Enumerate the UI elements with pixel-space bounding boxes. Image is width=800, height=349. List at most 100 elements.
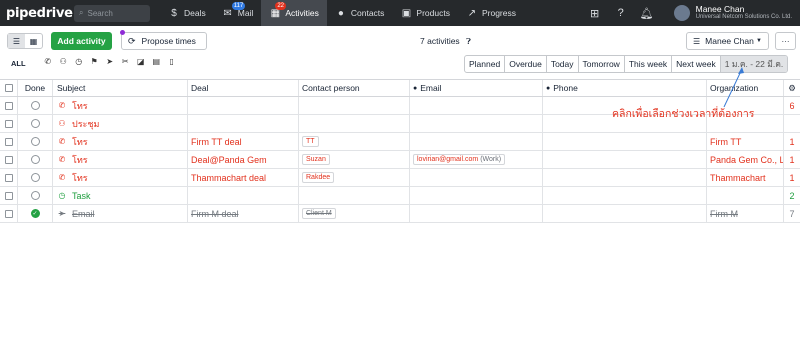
- contact-cell[interactable]: [299, 115, 410, 132]
- done-toggle[interactable]: [18, 97, 53, 114]
- note-icon[interactable]: ▤: [149, 57, 165, 66]
- flag-icon[interactable]: ⚑: [87, 57, 103, 66]
- tab-tomorrow[interactable]: Tomorrow: [579, 56, 625, 72]
- tab-this-week[interactable]: This week: [625, 56, 673, 72]
- contact-cell[interactable]: Client M: [299, 205, 410, 222]
- row-checkbox[interactable]: [0, 151, 18, 168]
- deal-cell[interactable]: Firm TT deal: [188, 133, 299, 150]
- nav-activities[interactable]: ▦ 22 Activities: [261, 0, 327, 26]
- deal-cell[interactable]: Thammachart deal: [188, 169, 299, 186]
- table-row[interactable]: ✆ โทร Firm TT deal TT Firm TT 1: [0, 133, 800, 151]
- lunch-icon[interactable]: ✂: [118, 57, 134, 66]
- deadline-icon[interactable]: ◪: [133, 57, 149, 66]
- meeting-icon[interactable]: ⚇: [56, 57, 72, 66]
- contact-chip[interactable]: Rakdee: [302, 172, 335, 183]
- organization-cell[interactable]: Firm M: [707, 205, 784, 222]
- table-row[interactable]: ✆ โทร Thammachart deal Rakdee Thammachart 1: [0, 169, 800, 187]
- email-cell[interactable]: [410, 187, 543, 204]
- phone-cell[interactable]: [543, 169, 707, 186]
- help-icon[interactable]: ?: [608, 7, 634, 19]
- subject-cell[interactable]: ⚇ ประชุม: [53, 115, 188, 132]
- user-filter-dropdown[interactable]: ☰ Manee Chan ▼: [686, 32, 769, 50]
- deal-cell[interactable]: [188, 115, 299, 132]
- contact-chip[interactable]: Suzan: [302, 154, 330, 165]
- organization-cell[interactable]: Panda Gem Co., Ltd.: [707, 151, 784, 168]
- col-subject[interactable]: Subject: [53, 80, 188, 96]
- email-chip[interactable]: lovirian@gmail.com (Work): [413, 154, 506, 165]
- organization-cell[interactable]: Firm TT: [707, 133, 784, 150]
- user-menu[interactable]: Manee Chan Universal Netcom Solutions Co…: [696, 5, 792, 21]
- done-toggle[interactable]: [18, 169, 53, 186]
- col-phone[interactable]: ● Phone: [543, 80, 707, 96]
- deal-cell[interactable]: Deal@Panda Gem: [188, 151, 299, 168]
- row-checkbox[interactable]: [0, 187, 18, 204]
- tab-planned[interactable]: Planned: [465, 56, 506, 72]
- organization-link[interactable]: Thammachart: [710, 173, 766, 183]
- contact-cell[interactable]: [299, 97, 410, 114]
- contact-cell[interactable]: [299, 187, 410, 204]
- avatar[interactable]: [673, 5, 690, 21]
- phone-cell[interactable]: [543, 133, 707, 150]
- help-circle-icon[interactable]: ❓︎: [466, 37, 471, 46]
- notifications-icon[interactable]: 🔔︎: [634, 7, 660, 20]
- select-all-checkbox[interactable]: [0, 80, 18, 96]
- tab-next-week[interactable]: Next week: [672, 56, 721, 72]
- col-contact[interactable]: Contact person: [299, 80, 410, 96]
- deal-link[interactable]: Deal@Panda Gem: [191, 155, 267, 165]
- email-cell[interactable]: [410, 115, 543, 132]
- subject-cell[interactable]: ✆ โทร: [53, 169, 188, 186]
- deal-cell[interactable]: [188, 187, 299, 204]
- table-row[interactable]: ✆ โทร Deal@Panda Gem Suzan lovirian@gmail.co…: [0, 151, 800, 169]
- subject-cell[interactable]: ✆ โทร: [53, 97, 188, 114]
- done-toggle[interactable]: [18, 115, 53, 132]
- subject-cell[interactable]: ➤ Email: [53, 205, 188, 222]
- add-activity-button[interactable]: Add activity: [51, 32, 112, 50]
- subject-cell[interactable]: ✆ โทร: [53, 151, 188, 168]
- mobile-icon[interactable]: ▯: [164, 57, 180, 66]
- email-cell[interactable]: lovirian@gmail.com (Work): [410, 151, 543, 168]
- table-row[interactable]: ✓ ➤ Email Firm M deal Client M Firm M 7: [0, 205, 800, 223]
- col-done[interactable]: Done: [18, 80, 53, 96]
- deal-link[interactable]: Thammachart deal: [191, 173, 266, 183]
- organization-link[interactable]: Firm TT: [710, 137, 741, 147]
- email-cell[interactable]: [410, 169, 543, 186]
- col-email[interactable]: ● Email: [410, 80, 543, 96]
- contact-cell[interactable]: Suzan: [299, 151, 410, 168]
- done-toggle[interactable]: [18, 151, 53, 168]
- type-filter-all[interactable]: ALL: [11, 59, 26, 68]
- deal-cell[interactable]: [188, 97, 299, 114]
- row-checkbox[interactable]: [0, 97, 18, 114]
- contact-cell[interactable]: Rakdee: [299, 169, 410, 186]
- row-checkbox[interactable]: [0, 133, 18, 150]
- table-row[interactable]: ◷ Task 2: [0, 187, 800, 205]
- phone-cell[interactable]: [543, 205, 707, 222]
- organization-link[interactable]: Panda Gem Co., Ltd.: [710, 155, 783, 165]
- clock-icon[interactable]: ◷: [71, 57, 87, 66]
- quick-add-icon[interactable]: ⊞: [582, 7, 608, 20]
- nav-progress[interactable]: ↗ Progress: [458, 0, 524, 26]
- deal-cell[interactable]: Firm M deal: [188, 205, 299, 222]
- send-icon[interactable]: ➤: [102, 57, 118, 66]
- contact-cell[interactable]: TT: [299, 133, 410, 150]
- subject-cell[interactable]: ◷ Task: [53, 187, 188, 204]
- search-input[interactable]: ⌕ Search: [74, 4, 150, 22]
- done-toggle[interactable]: [18, 133, 53, 150]
- row-checkbox[interactable]: [0, 169, 18, 186]
- email-cell[interactable]: [410, 133, 543, 150]
- done-toggle[interactable]: [18, 187, 53, 204]
- deal-link[interactable]: Firm M deal: [191, 209, 239, 219]
- column-settings-icon[interactable]: ⚙: [784, 80, 800, 96]
- phone-cell[interactable]: [543, 187, 707, 204]
- row-checkbox[interactable]: [0, 205, 18, 222]
- email-cell[interactable]: [410, 97, 543, 114]
- calendar-view-icon[interactable]: ▦: [25, 34, 42, 48]
- organization-link[interactable]: Firm M: [710, 209, 738, 219]
- phone-icon[interactable]: ✆: [40, 57, 56, 66]
- email-cell[interactable]: [410, 205, 543, 222]
- subject-cell[interactable]: ✆ โทร: [53, 133, 188, 150]
- organization-cell[interactable]: [707, 187, 784, 204]
- propose-times-button[interactable]: ⟳ Propose times: [120, 30, 207, 50]
- deal-link[interactable]: Firm TT deal: [191, 137, 242, 147]
- col-deal[interactable]: Deal: [188, 80, 299, 96]
- tab-today[interactable]: Today: [547, 56, 579, 72]
